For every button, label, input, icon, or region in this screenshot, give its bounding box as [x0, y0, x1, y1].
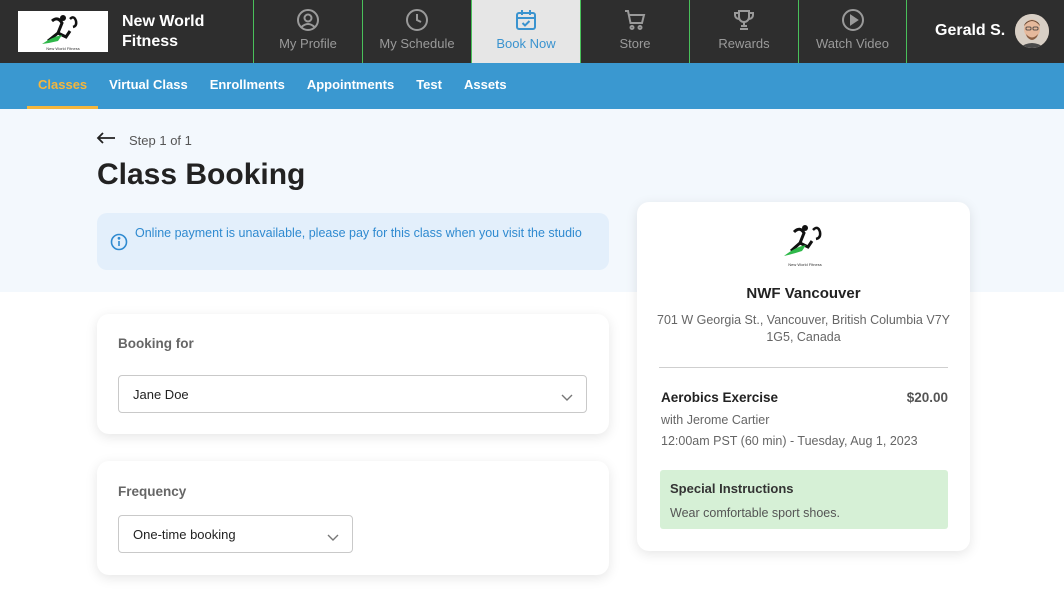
special-instructions-text: Wear comfortable sport shoes.: [670, 506, 840, 520]
user-circle-icon: [296, 8, 320, 32]
class-price: $20.00: [906, 390, 948, 405]
nav-store[interactable]: Store: [580, 0, 689, 63]
frequency-value: One-time booking: [133, 527, 236, 542]
nav-label: Watch Video: [816, 36, 889, 51]
nav-watch-video[interactable]: Watch Video: [798, 0, 907, 63]
alert-text: Online payment is unavailable, please pa…: [135, 226, 582, 240]
subnav-assets[interactable]: Assets: [453, 63, 518, 109]
svg-text:New World Fitness: New World Fitness: [788, 262, 822, 267]
special-instructions: Special Instructions Wear comfortable sp…: [660, 470, 948, 529]
frequency-card: Frequency One-time booking: [97, 461, 609, 575]
user-name[interactable]: Gerald S.: [935, 22, 1005, 40]
nav-label: Store: [619, 36, 651, 51]
subnav-classes[interactable]: Classes: [27, 63, 99, 109]
trophy-icon: [732, 8, 756, 32]
nav-label: Book Now: [496, 36, 556, 51]
page-title: Class Booking: [97, 158, 306, 191]
subnav-virtual-class[interactable]: Virtual Class: [98, 63, 199, 109]
class-name: Aerobics Exercise: [661, 390, 779, 405]
studio-logo: New World Fitness: [780, 222, 830, 270]
brand-logo[interactable]: New World Fitness: [18, 11, 108, 52]
subnav-enrollments[interactable]: Enrollments: [199, 63, 296, 109]
clock-icon: [405, 8, 429, 32]
nav-label: Rewards: [718, 36, 770, 51]
booking-summary-card: New World Fitness NWF Vancouver 701 W Ge…: [637, 202, 970, 551]
payment-alert: Online payment is unavailable, please pa…: [97, 213, 609, 270]
sub-nav: Classes Virtual Class Enrollments Appoin…: [0, 63, 1064, 109]
subnav-test[interactable]: Test: [405, 63, 453, 109]
calendar-check-icon: [514, 8, 538, 32]
brand-name-line1: New World: [122, 13, 205, 30]
frequency-label: Frequency: [118, 484, 187, 499]
class-datetime: 12:00am PST (60 min) - Tuesday, Aug 1, 2…: [661, 434, 918, 448]
user-photo-icon: [1015, 14, 1049, 48]
special-instructions-title: Special Instructions: [670, 481, 794, 496]
instructor: with Jerome Cartier: [661, 413, 770, 427]
booking-for-value: Jane Doe: [133, 387, 189, 402]
step-indicator: Step 1 of 1: [129, 133, 192, 148]
subnav-appointments[interactable]: Appointments: [296, 63, 405, 109]
chevron-down-icon: [327, 529, 339, 541]
frequency-select[interactable]: One-time booking: [118, 515, 353, 553]
info-icon: [110, 233, 128, 251]
back-arrow-icon[interactable]: [96, 130, 116, 146]
nav-rewards[interactable]: Rewards: [689, 0, 798, 63]
studio-name: NWF Vancouver: [746, 285, 861, 302]
studio-address: 701 W Georgia St., Vancouver, British Co…: [657, 313, 950, 344]
svg-text:New World Fitness: New World Fitness: [46, 46, 80, 51]
brand-name-line2: Fitness: [122, 33, 179, 50]
top-bar: New World Fitness New World Fitness My P…: [0, 0, 1064, 63]
nav-label: My Profile: [279, 36, 337, 51]
avatar[interactable]: [1015, 14, 1049, 48]
play-circle-icon: [841, 8, 865, 32]
brand-name[interactable]: New World Fitness: [122, 12, 242, 52]
nav-my-schedule[interactable]: My Schedule: [362, 0, 471, 63]
booking-for-label: Booking for: [118, 336, 194, 351]
runner-logo-icon: New World Fitness: [784, 225, 822, 267]
chevron-down-icon: [561, 389, 573, 401]
runner-logo-icon: New World Fitness: [42, 15, 80, 51]
nav-label: My Schedule: [379, 36, 455, 51]
main-nav: My Profile My Schedule Book Now Store Re…: [253, 0, 907, 63]
divider: [659, 367, 948, 368]
booking-for-card: Booking for Jane Doe: [97, 314, 609, 434]
nav-book-now[interactable]: Book Now: [471, 0, 580, 63]
nav-my-profile[interactable]: My Profile: [253, 0, 362, 63]
shopping-cart-icon: [623, 8, 647, 32]
booking-for-select[interactable]: Jane Doe: [118, 375, 587, 413]
